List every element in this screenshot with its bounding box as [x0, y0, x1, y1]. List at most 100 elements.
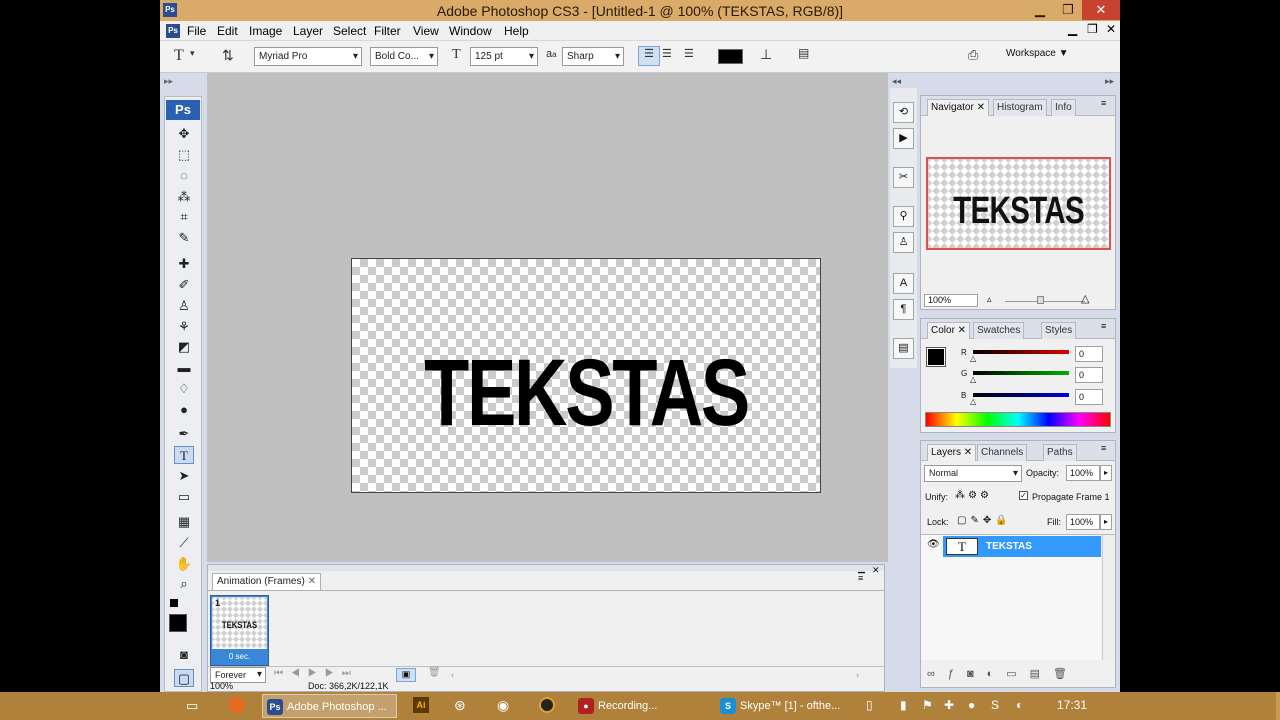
- pen-tool-icon[interactable]: ✒: [174, 425, 194, 443]
- tab-channels[interactable]: Channels: [977, 444, 1028, 461]
- task-recording[interactable]: ● Recording...: [574, 694, 704, 718]
- status-zoom[interactable]: 100%: [210, 681, 233, 691]
- brushes-panel-icon[interactable]: ⚲: [893, 206, 914, 227]
- duplicate-frame-icon[interactable]: ▣: [396, 668, 416, 682]
- delete-frame-icon[interactable]: 🗑: [428, 667, 441, 678]
- menu-select[interactable]: Select: [333, 24, 366, 38]
- tab-styles[interactable]: Styles: [1041, 322, 1077, 339]
- minimize-button[interactable]: ▁: [1026, 0, 1054, 20]
- clone-stamp-icon[interactable]: ♙: [174, 297, 194, 315]
- tray-volume-icon[interactable]: ◐: [1016, 698, 1023, 712]
- menu-edit[interactable]: Edit: [217, 24, 238, 38]
- layer-comps-icon[interactable]: ▤: [893, 338, 914, 359]
- menu-view[interactable]: View: [413, 24, 439, 38]
- layers-scrollbar[interactable]: [1102, 535, 1114, 660]
- zoom-out-icon[interactable]: ▵: [987, 294, 992, 305]
- tray-shield-icon[interactable]: ✚: [944, 698, 954, 712]
- menu-window[interactable]: Window: [449, 24, 492, 38]
- preset-dropdown-icon[interactable]: ▾: [190, 48, 195, 59]
- blend-mode-select[interactable]: Normal: [924, 465, 1022, 482]
- task-photoshop[interactable]: Ps Adobe Photoshop ...: [262, 694, 397, 718]
- chrome-icon[interactable]: ⊛: [454, 697, 466, 714]
- clock[interactable]: 17:31: [1057, 698, 1087, 712]
- canvas-text-layer[interactable]: TEKSTAS: [403, 345, 768, 441]
- panel-menu-icon[interactable]: ≡: [1101, 443, 1106, 453]
- hand-tool-icon[interactable]: ✋: [174, 555, 194, 573]
- type-tool-preset-icon[interactable]: T: [174, 47, 184, 65]
- navigator-preview[interactable]: TEKSTAS: [926, 157, 1111, 250]
- font-family-select[interactable]: Myriad Pro: [254, 47, 362, 66]
- app-icon[interactable]: ◉: [497, 697, 509, 714]
- zoom-tool-icon[interactable]: ⌕: [174, 575, 194, 593]
- panel-close-icon[interactable]: ✕: [872, 565, 880, 576]
- tab-swatches[interactable]: Swatches: [973, 322, 1025, 339]
- channel-r-thumb[interactable]: △: [970, 354, 976, 363]
- panel-menu-icon[interactable]: ≡: [858, 573, 863, 583]
- color-ramp[interactable]: [925, 412, 1111, 427]
- doc-info[interactable]: Doc: 366,2K/122,1K: [308, 681, 389, 691]
- tab-layers[interactable]: Layers ✕: [927, 444, 977, 461]
- eyedropper-tool-icon[interactable]: ⟋: [174, 534, 194, 552]
- doc-minimize-button[interactable]: ▁: [1068, 22, 1077, 36]
- channel-b-thumb[interactable]: △: [970, 397, 976, 406]
- illustrator-icon[interactable]: Ai: [413, 697, 429, 713]
- actions-panel-icon[interactable]: ▶: [893, 128, 914, 149]
- move-tool-icon[interactable]: ✥: [174, 125, 194, 143]
- lock-icons[interactable]: ▢✎✥🔒: [957, 515, 1012, 526]
- bridge-icon[interactable]: ⎙: [968, 47, 978, 63]
- unify-icons[interactable]: ⁂⚙⚙: [955, 490, 992, 501]
- maximize-button[interactable]: ❐: [1054, 0, 1082, 20]
- zoom-slider-thumb[interactable]: [1037, 296, 1044, 304]
- magic-wand-icon[interactable]: ⁂: [174, 188, 194, 206]
- navigator-zoom-field[interactable]: 100%: [924, 294, 978, 307]
- clone-source-icon[interactable]: ♙: [893, 232, 914, 253]
- panels-collapse-icon[interactable]: ▸▸: [1105, 76, 1114, 87]
- color-fg-swatch[interactable]: [926, 347, 946, 367]
- screen-mode-icon[interactable]: ▢: [174, 669, 194, 687]
- menu-file[interactable]: File: [187, 24, 206, 38]
- channel-b-value[interactable]: 0: [1075, 389, 1103, 405]
- character-panel-icon[interactable]: ▤: [798, 46, 809, 60]
- tray-icon[interactable]: ●: [968, 698, 975, 712]
- type-tool-icon[interactable]: T: [174, 446, 194, 464]
- tray-network-icon[interactable]: ▮: [900, 698, 907, 712]
- doc-restore-button[interactable]: ❐: [1087, 22, 1098, 36]
- opacity-field[interactable]: 100%: [1066, 465, 1100, 481]
- history-panel-icon[interactable]: ⟲: [893, 102, 914, 123]
- gradient-tool-icon[interactable]: ▬: [174, 359, 194, 377]
- animation-frame-1[interactable]: 1 TEKSTAS 0 sec.: [210, 595, 269, 666]
- tab-histogram[interactable]: Histogram: [993, 99, 1047, 116]
- tab-info[interactable]: Info: [1051, 99, 1076, 116]
- playback-controls[interactable]: ⏮◀▶▶⏭: [274, 668, 359, 679]
- dock-expand-icon[interactable]: ◂◂: [892, 76, 901, 87]
- path-selection-icon[interactable]: ➤: [174, 467, 194, 485]
- menu-image[interactable]: Image: [249, 24, 282, 38]
- tray-skype-icon[interactable]: S: [991, 698, 999, 712]
- panel-menu-icon[interactable]: ≡: [1101, 98, 1106, 108]
- layers-footer-icons[interactable]: ∞ƒ◙◐▭▤🗑: [927, 667, 1080, 680]
- propagate-checkbox[interactable]: ✓: [1019, 491, 1028, 500]
- align-center-icon[interactable]: ☰: [662, 47, 672, 60]
- fill-field[interactable]: 100%: [1066, 514, 1100, 530]
- font-size-select[interactable]: 125 pt: [470, 47, 538, 66]
- tools-collapse-icon[interactable]: ▸▸: [164, 76, 173, 87]
- tab-animation-frames[interactable]: Animation (Frames) ✕: [212, 573, 321, 590]
- foreground-color-swatch[interactable]: [169, 614, 187, 632]
- channel-b-slider[interactable]: [973, 393, 1069, 397]
- antialias-select[interactable]: Sharp: [562, 47, 624, 66]
- scroll-left-icon[interactable]: ‹: [451, 670, 454, 680]
- layer-name[interactable]: TEKSTAS: [986, 541, 1032, 552]
- close-button[interactable]: ✕: [1082, 0, 1120, 20]
- marquee-tool-icon[interactable]: ⬚: [174, 146, 194, 164]
- opacity-arrow-icon[interactable]: ▸: [1100, 465, 1112, 481]
- default-colors-icon[interactable]: [170, 599, 178, 607]
- notes-tool-icon[interactable]: ▦: [174, 513, 194, 531]
- shape-tool-icon[interactable]: ▭: [174, 488, 194, 506]
- scroll-right-icon[interactable]: ›: [856, 670, 859, 680]
- zoom-slider-track[interactable]: [1005, 301, 1085, 302]
- layer-row[interactable]: 👁 T TEKSTAS: [922, 535, 1101, 557]
- tool-presets-icon[interactable]: ✂: [893, 167, 914, 188]
- crop-tool-icon[interactable]: ⌗: [174, 208, 194, 226]
- tab-paths[interactable]: Paths: [1043, 444, 1077, 461]
- font-style-select[interactable]: Bold Co...: [370, 47, 438, 66]
